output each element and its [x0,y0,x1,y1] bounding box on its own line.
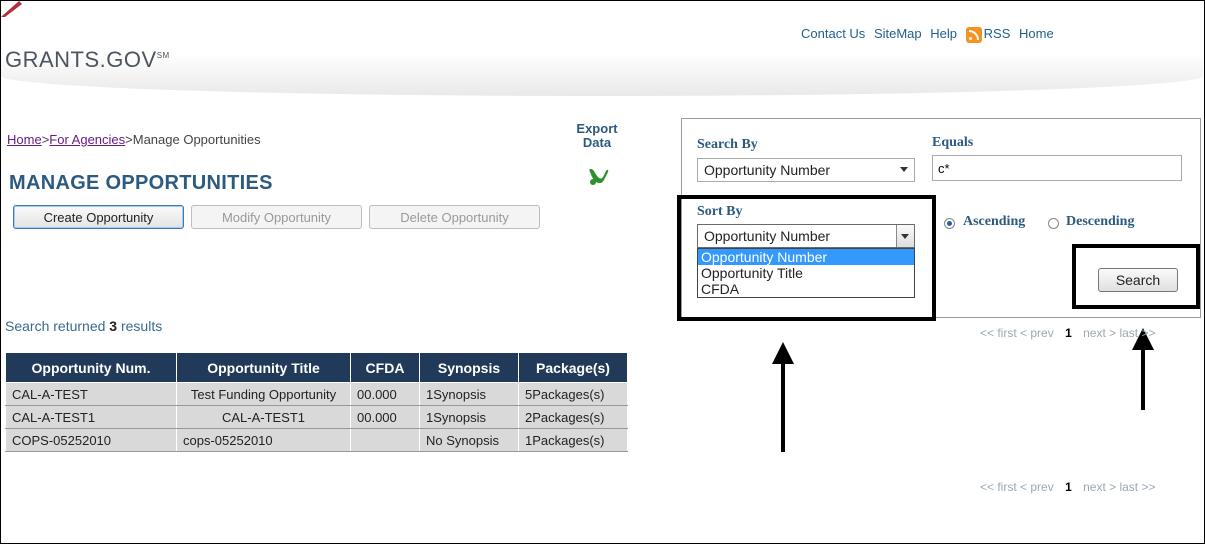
descending-radio[interactable] [1048,218,1059,229]
annotation-arrow-icon [1141,338,1145,410]
cell-cfda: 00.000 [350,405,420,429]
cell-synopsis[interactable]: 1Synopsis [419,382,519,406]
cell-opportunity-title: Test Funding Opportunity [176,382,351,406]
pager-last[interactable]: last >> [1119,480,1155,494]
pager-prev[interactable]: < prev [1020,480,1054,494]
column-header-synopsis[interactable]: Synopsis [419,352,519,383]
equals-label: Equals [932,135,974,150]
ascending-label[interactable]: Ascending [963,214,1025,230]
cell-synopsis[interactable]: 1Synopsis [419,405,519,429]
pager-current-page: 1 [1065,326,1072,340]
page-title: MANAGE OPPORTUNITIES [9,172,273,194]
pager-first[interactable]: << first [980,326,1017,340]
results-summary: Search returned 3 results [5,318,162,334]
table-row[interactable]: CAL-A-TEST Test Funding Opportunity 00.0… [5,382,628,406]
top-links: Contact Us SiteMap Help RSS Home [801,26,1059,43]
cell-opportunity-num[interactable]: COPS-05252010 [5,428,177,452]
equals-input[interactable] [932,155,1182,181]
search-by-label: Search By [697,137,758,152]
modify-opportunity-button[interactable]: Modify Opportunity [191,205,362,229]
results-suffix: results [120,318,163,334]
delete-opportunity-button[interactable]: Delete Opportunity [369,205,540,229]
home-link[interactable]: Home [1019,26,1054,41]
site-header: GRANTS.GOVSM Contact Us SiteMap Help RSS… [1,1,1203,96]
annotation-box-search-button [1072,244,1200,309]
opportunities-table: Opportunity Num. Opportunity Title CFDA … [5,352,628,452]
create-opportunity-button[interactable]: Create Opportunity [13,205,184,229]
breadcrumb-home[interactable]: Home [7,132,42,147]
help-link[interactable]: Help [930,26,957,41]
export-data-label[interactable]: Export Data [572,122,622,150]
table-row[interactable]: COPS-05252010 cops-05252010 No Synopsis … [5,428,628,452]
breadcrumb: Home>For Agencies>Manage Opportunities [7,132,261,147]
search-by-select[interactable]: Opportunity Number [697,158,915,182]
cell-packages[interactable]: 1Packages(s) [518,428,628,452]
column-header-cfda[interactable]: CFDA [350,352,420,383]
ascending-radio[interactable] [944,218,955,229]
pager-next[interactable]: next > [1083,326,1116,340]
table-row[interactable]: CAL-A-TEST1 CAL-A-TEST1 00.000 1Synopsis… [5,405,628,429]
contact-us-link[interactable]: Contact Us [801,26,865,41]
cell-opportunity-num[interactable]: CAL-A-TEST1 [5,405,177,429]
cell-cfda [350,428,420,452]
cell-opportunity-title: CAL-A-TEST1 [176,405,351,429]
search-by-value: Opportunity Number [704,162,831,178]
results-prefix: Search returned [5,318,106,334]
annotation-box-sort-by [677,195,936,321]
pager-first[interactable]: << first [980,480,1017,494]
logo-swoosh-icon [1,1,22,17]
breadcrumb-separator: > [125,132,133,147]
cell-opportunity-title: cops-05252010 [176,428,351,452]
column-header-opportunity-title[interactable]: Opportunity Title [176,352,351,383]
logo-text: GRANTS.GOV [5,47,157,72]
sitemap-link[interactable]: SiteMap [874,26,922,41]
cell-synopsis[interactable]: No Synopsis [419,428,519,452]
column-header-packages[interactable]: Package(s) [518,352,628,383]
pager-top: << first < prev 1 next > last >> [980,326,1156,340]
table-header-row: Opportunity Num. Opportunity Title CFDA … [5,352,628,383]
cell-packages[interactable]: 5Packages(s) [518,382,628,406]
cell-packages[interactable]: 2Packages(s) [518,405,628,429]
descending-label[interactable]: Descending [1066,214,1134,230]
pager-last[interactable]: last >> [1119,326,1155,340]
logo-service-mark: SM [156,51,170,60]
pager-current-page: 1 [1065,480,1072,494]
cell-cfda: 00.000 [350,382,420,406]
pager-prev[interactable]: < prev [1020,326,1054,340]
breadcrumb-current: Manage Opportunities [132,132,261,147]
cell-opportunity-num[interactable]: CAL-A-TEST [5,382,177,406]
rss-icon[interactable] [965,26,982,43]
rss-link[interactable]: RSS [984,26,1011,41]
column-header-opportunity-num[interactable]: Opportunity Num. [5,352,177,383]
grants-gov-logo[interactable]: GRANTS.GOVSM [5,47,170,73]
export-excel-icon[interactable] [588,165,610,187]
pager-next[interactable]: next > [1083,480,1116,494]
pager-bottom: << first < prev 1 next > last >> [980,480,1156,494]
chevron-down-icon [900,167,908,172]
annotation-arrow-icon [781,352,785,452]
results-count: 3 [109,318,118,334]
breadcrumb-for-agencies[interactable]: For Agencies [49,132,125,147]
